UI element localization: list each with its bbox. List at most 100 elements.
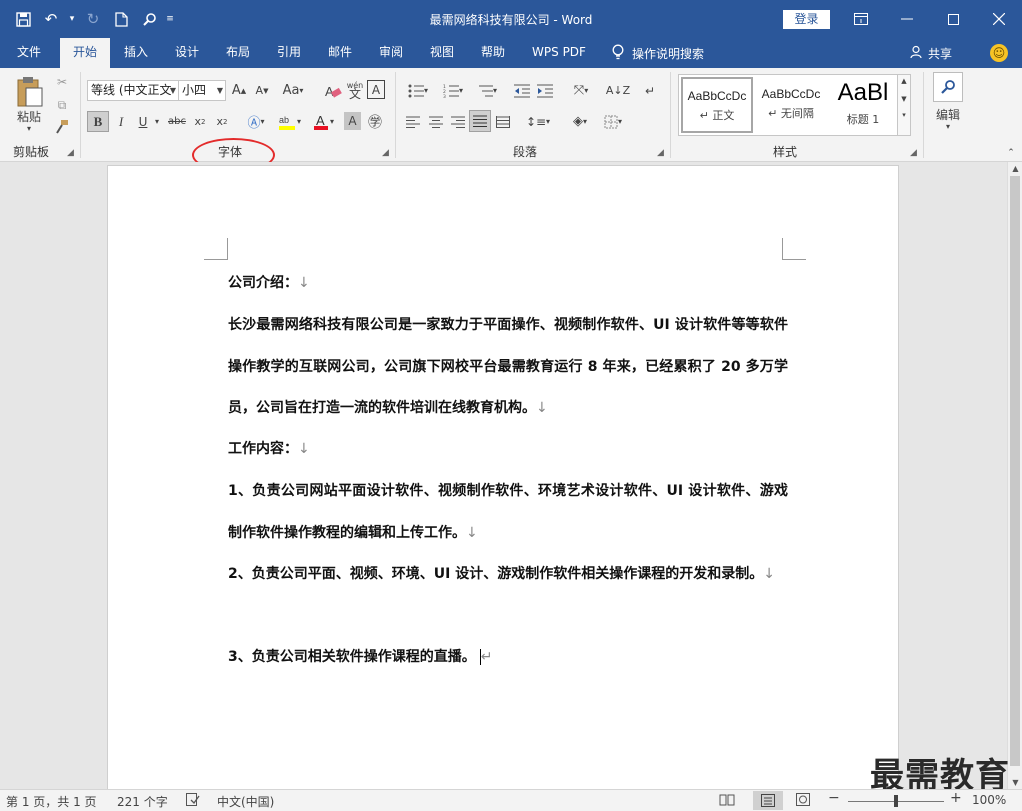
new-document-icon[interactable] bbox=[108, 6, 134, 32]
collapse-ribbon-icon[interactable]: ⌃ bbox=[1004, 148, 1018, 158]
login-button[interactable]: 登录 bbox=[783, 10, 830, 29]
character-shading-icon[interactable]: A bbox=[344, 112, 361, 130]
styles-scroll[interactable]: ▲ ▼ ▾ bbox=[897, 74, 911, 136]
zoom-slider-thumb[interactable] bbox=[894, 795, 898, 807]
document-area[interactable]: 公司介绍：↓ 长沙最需网络科技有限公司是一家致力于平面操作、视频制作软件、UI … bbox=[0, 162, 1007, 789]
paste-label[interactable]: 粘贴 bbox=[10, 108, 48, 124]
paragraph-launcher-icon[interactable]: ◢ bbox=[657, 148, 664, 158]
paragraph[interactable]: 长沙最需网络科技有限公司是一家致力于平面操作、视频制作软件、UI 设计软件等等软… bbox=[228, 305, 788, 430]
show-paragraph-marks-icon[interactable]: ↵ bbox=[640, 80, 660, 101]
tab-insert[interactable]: 插入 bbox=[114, 38, 158, 68]
style-normal[interactable]: AaBbCcDc ↵ 正文 bbox=[681, 77, 753, 133]
tell-me-search[interactable]: 操作说明搜索 bbox=[612, 38, 704, 68]
paragraph[interactable]: 公司介绍：↓ bbox=[228, 263, 788, 305]
text-effects-icon[interactable]: Ⓐ ▾ bbox=[242, 111, 270, 132]
editing-label[interactable]: 编辑 bbox=[928, 106, 968, 122]
vertical-scrollbar[interactable]: ▲ ▼ bbox=[1007, 162, 1022, 789]
chinese-layout-icon[interactable]: ⤧ ▾ bbox=[566, 80, 596, 101]
find-icon[interactable] bbox=[933, 72, 963, 102]
more-styles-icon[interactable]: ▾ bbox=[898, 111, 910, 119]
change-case-icon[interactable]: Aa ▾ bbox=[279, 80, 307, 101]
tab-review[interactable]: 审阅 bbox=[369, 38, 413, 68]
underline-button[interactable]: U bbox=[134, 111, 152, 132]
zoom-level[interactable]: 100% bbox=[972, 793, 1006, 807]
paragraph[interactable]: 3、负责公司相关软件操作课程的直播。 ↵ bbox=[228, 637, 788, 679]
tab-file[interactable]: 文件 bbox=[6, 38, 52, 68]
tab-home[interactable]: 开始 bbox=[60, 38, 110, 68]
numbering-icon[interactable]: 1 2 3 ▾ bbox=[438, 80, 468, 101]
font-color-icon[interactable]: A ▾ bbox=[308, 111, 338, 132]
paragraph[interactable]: 1、负责公司网站平面设计软件、视频制作软件、环境艺术设计软件、UI 设计软件、游… bbox=[228, 471, 788, 554]
scroll-thumb[interactable] bbox=[1010, 176, 1020, 766]
language-status[interactable]: 中文(中国) bbox=[217, 793, 274, 810]
phonetic-guide-icon[interactable]: wén 文 bbox=[345, 78, 365, 102]
tab-wps-pdf[interactable]: WPS PDF bbox=[524, 38, 594, 68]
increase-indent-icon[interactable] bbox=[535, 80, 555, 101]
font-launcher-icon[interactable]: ◢ bbox=[382, 148, 389, 158]
shading-icon[interactable]: ◈ ▾ bbox=[566, 111, 594, 132]
print-layout-icon[interactable] bbox=[753, 791, 783, 810]
undo-dropdown-icon[interactable]: ▾ bbox=[66, 6, 78, 32]
bullets-icon[interactable]: ▾ bbox=[403, 80, 433, 101]
save-icon[interactable] bbox=[10, 6, 36, 32]
editing-dropdown-icon[interactable]: ▾ bbox=[943, 122, 953, 131]
line-spacing-icon[interactable]: ↕≡ ▾ bbox=[524, 111, 552, 132]
paragraph[interactable]: 2、负责公司平面、视频、环境、UI 设计、游戏制作软件相关操作课程的开发和录制。… bbox=[228, 554, 788, 596]
web-layout-icon[interactable] bbox=[796, 793, 810, 809]
shrink-font-icon[interactable]: A ▼ bbox=[252, 80, 272, 101]
multilevel-list-icon[interactable]: ▾ bbox=[472, 80, 502, 101]
maximize-icon[interactable] bbox=[930, 0, 976, 38]
chevron-up-icon[interactable]: ▲ bbox=[898, 77, 910, 85]
paragraph[interactable]: 工作内容：↓ bbox=[228, 429, 788, 471]
strikethrough-button[interactable]: abc bbox=[165, 111, 189, 132]
zoom-out-icon[interactable]: − bbox=[828, 790, 840, 806]
font-name-combo[interactable]: 等线 (中文正文 ▼ bbox=[87, 80, 179, 101]
font-size-combo[interactable]: 小四 ▼ bbox=[178, 80, 226, 101]
scroll-up-icon[interactable]: ▲ bbox=[1008, 164, 1022, 173]
tab-layout[interactable]: 布局 bbox=[216, 38, 260, 68]
underline-dropdown-icon[interactable]: ▾ bbox=[152, 111, 162, 132]
clear-formatting-icon[interactable]: A bbox=[322, 80, 344, 101]
character-border-icon[interactable]: A bbox=[367, 80, 385, 99]
undo-icon[interactable]: ↶ bbox=[38, 6, 64, 32]
minimize-icon[interactable] bbox=[884, 0, 930, 38]
customize-toolbar-icon[interactable]: ≡ bbox=[164, 6, 176, 32]
italic-button[interactable]: I bbox=[111, 111, 131, 132]
sort-icon[interactable]: A↓Z bbox=[606, 80, 630, 101]
justify-icon[interactable] bbox=[469, 110, 491, 132]
enclose-characters-icon[interactable]: ㊫ bbox=[365, 111, 385, 132]
paste-icon[interactable] bbox=[10, 74, 48, 110]
read-mode-icon[interactable] bbox=[719, 793, 735, 809]
tab-references[interactable]: 引用 bbox=[267, 38, 311, 68]
document-page[interactable]: 公司介绍：↓ 长沙最需网络科技有限公司是一家致力于平面操作、视频制作软件、UI … bbox=[107, 165, 899, 789]
share-button[interactable]: 共享 bbox=[910, 38, 952, 68]
clipboard-launcher-icon[interactable]: ◢ bbox=[67, 148, 74, 158]
ribbon-display-options-icon[interactable] bbox=[838, 0, 884, 38]
bold-button[interactable]: B bbox=[87, 111, 109, 132]
align-center-icon[interactable] bbox=[426, 111, 446, 132]
superscript-button[interactable]: x2 bbox=[212, 111, 232, 132]
page-count[interactable]: 第 1 页，共 1 页 bbox=[6, 793, 97, 810]
borders-icon[interactable]: ▾ bbox=[598, 111, 628, 132]
highlight-icon[interactable]: ab ▾ bbox=[274, 111, 304, 132]
chevron-down-icon[interactable]: ▼ bbox=[898, 95, 910, 103]
close-icon[interactable] bbox=[976, 0, 1022, 38]
style-heading-1[interactable]: AaBl 标题 1 bbox=[827, 77, 899, 133]
grow-font-icon[interactable]: A ▲ bbox=[229, 80, 249, 101]
smiley-feedback-icon[interactable]: ☺ bbox=[990, 44, 1008, 62]
zoom-in-icon[interactable]: + bbox=[950, 790, 962, 806]
subscript-button[interactable]: x2 bbox=[190, 111, 210, 132]
decrease-indent-icon[interactable] bbox=[512, 80, 532, 101]
styles-launcher-icon[interactable]: ◢ bbox=[910, 148, 917, 158]
tab-view[interactable]: 视图 bbox=[420, 38, 464, 68]
align-right-icon[interactable] bbox=[448, 111, 468, 132]
format-painter-icon[interactable] bbox=[52, 117, 72, 137]
paste-dropdown-icon[interactable]: ▾ bbox=[24, 124, 34, 133]
tab-help[interactable]: 帮助 bbox=[471, 38, 515, 68]
style-no-spacing[interactable]: AaBbCcDc ↵ 无间隔 bbox=[755, 77, 827, 133]
tab-design[interactable]: 设计 bbox=[165, 38, 209, 68]
distributed-icon[interactable] bbox=[493, 111, 513, 132]
tab-mailings[interactable]: 邮件 bbox=[318, 38, 362, 68]
find-icon[interactable] bbox=[136, 6, 162, 32]
scroll-down-icon[interactable]: ▼ bbox=[1008, 778, 1022, 787]
